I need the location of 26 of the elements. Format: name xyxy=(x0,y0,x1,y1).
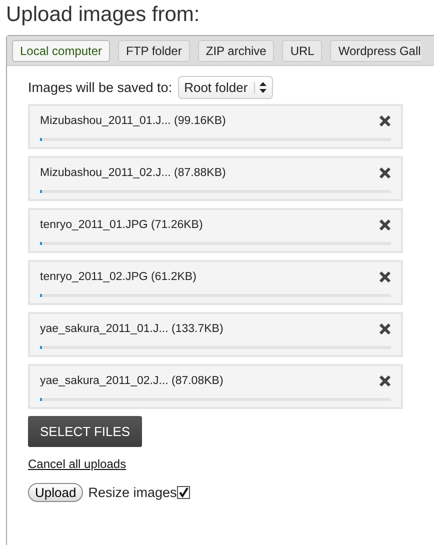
cancel-link[interactable]: Cancel all uploads xyxy=(28,457,126,471)
file-name: Mizubashou_2011_01.J... (99.16KB) xyxy=(40,115,226,127)
close-icon[interactable] xyxy=(379,219,391,231)
file-name: tenryo_2011_01.JPG (71.26KB) xyxy=(40,219,203,231)
file-name: tenryo_2011_02.JPG (61.2KB) xyxy=(40,271,196,283)
upload-button[interactable]: Upload xyxy=(28,483,84,502)
tab[interactable]: Local computer xyxy=(12,40,110,62)
updown-arrows-icon xyxy=(254,82,267,93)
resize-label: Resize images xyxy=(88,485,177,500)
select-files-button[interactable]: SELECT FILES xyxy=(28,416,142,447)
close-icon[interactable] xyxy=(379,271,391,283)
file-name: yae_sakura_2011_01.J... (133.7KB) xyxy=(40,323,224,335)
close-icon[interactable] xyxy=(379,323,391,335)
close-icon[interactable] xyxy=(379,167,391,179)
page-title: Upload images from: xyxy=(5,2,201,28)
file-name: yae_sakura_2011_02.J... (87.08KB) xyxy=(40,375,224,387)
tab[interactable]: ZIP archive xyxy=(198,40,274,62)
resize-checkbox[interactable] xyxy=(176,486,190,499)
tab[interactable]: URL xyxy=(282,40,322,62)
save-to-label: Images will be saved to: xyxy=(28,80,172,95)
folder-select[interactable]: Root folder xyxy=(178,76,273,99)
tab[interactable]: FTP folder xyxy=(118,40,190,62)
file-name: Mizubashou_2011_02.J... (87.88KB) xyxy=(40,167,226,179)
close-icon[interactable] xyxy=(379,375,391,387)
tab[interactable]: Wordpress Gall xyxy=(330,40,421,62)
close-icon[interactable] xyxy=(379,115,391,127)
